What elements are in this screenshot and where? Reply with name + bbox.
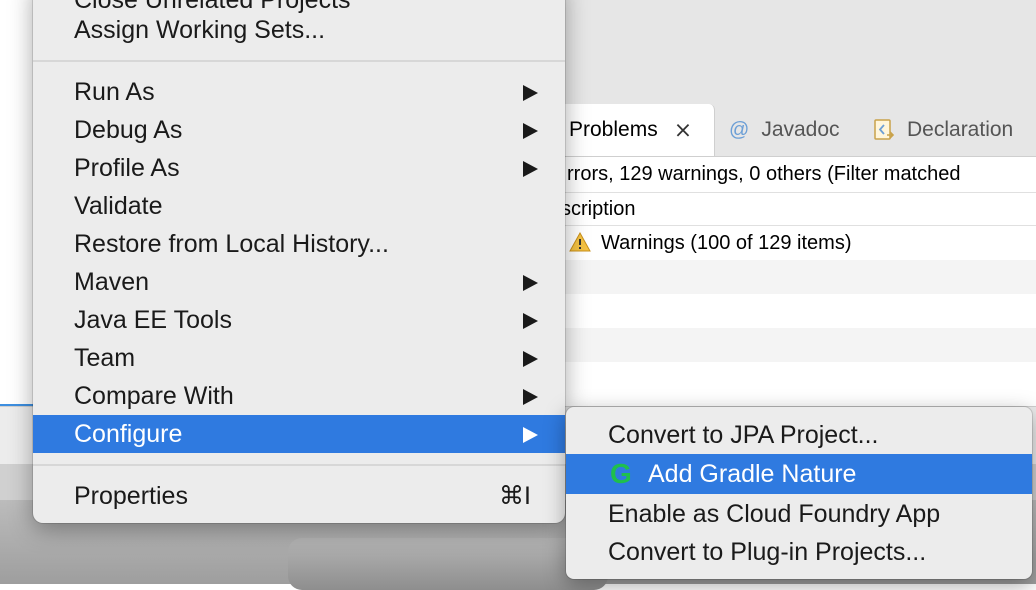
submenu-arrow-icon (523, 389, 538, 405)
menu-item-label: Properties (74, 482, 188, 510)
menu-item-label: Assign Working Sets... (74, 16, 326, 44)
menu-item-label: Run As (74, 78, 155, 106)
menu-item-team[interactable]: Team (33, 339, 565, 377)
menu-item-java-ee-tools[interactable]: Java EE Tools (33, 301, 565, 339)
tab-problems-label: Problems (569, 118, 658, 141)
menu-item-label: Validate (74, 192, 163, 220)
context-menu: Close Unrelated Projects Assign Working … (33, 0, 565, 523)
submenu-arrow-icon (523, 313, 538, 329)
submenu-arrow-icon (523, 275, 538, 291)
close-icon[interactable]: ⨯ (674, 117, 692, 143)
submenu-arrow-icon (523, 123, 538, 139)
menu-item-maven[interactable]: Maven (33, 263, 565, 301)
submenu-item-label: Enable as Cloud Foundry App (608, 500, 941, 528)
menu-item-validate[interactable]: Validate (33, 187, 565, 225)
column-header-description[interactable]: scription (561, 192, 1036, 226)
dock (288, 538, 608, 590)
submenu-arrow-icon (523, 427, 538, 443)
empty-row (561, 260, 1036, 294)
submenu-item-label: Convert to JPA Project... (608, 421, 879, 449)
submenu-arrow-icon (523, 351, 538, 367)
tab-declaration-label: Declaration (907, 118, 1014, 141)
configure-submenu: Convert to JPA Project... G Add Gradle N… (566, 407, 1032, 579)
table-row[interactable]: Warnings (100 of 129 items) (561, 226, 1036, 260)
menu-item-compare-with[interactable]: Compare With (33, 377, 565, 415)
row-text: Warnings (100 of 129 items) (601, 232, 852, 254)
menu-item-debug-as[interactable]: Debug As (33, 111, 565, 149)
declaration-icon (874, 119, 895, 140)
menu-item-label: Profile As (74, 154, 180, 182)
menu-separator (33, 464, 565, 466)
menu-separator (33, 60, 565, 62)
submenu-item-add-gradle-nature[interactable]: G Add Gradle Nature (566, 454, 1032, 494)
tab-javadoc-label: Javadoc (761, 118, 840, 141)
menu-item-label: Restore from Local History... (74, 230, 389, 258)
menu-item-assign-working-sets[interactable]: Assign Working Sets... (33, 11, 565, 49)
menu-item-properties[interactable]: Properties ⌘I (33, 477, 565, 515)
menu-item-restore-from-local-history[interactable]: Restore from Local History... (33, 225, 565, 263)
submenu-item-label: Add Gradle Nature (648, 460, 857, 488)
at-icon: @ (729, 118, 750, 141)
submenu-item-convert-to-plugin[interactable]: Convert to Plug-in Projects... (566, 532, 1032, 572)
submenu-arrow-icon (523, 85, 538, 101)
empty-row (561, 328, 1036, 362)
empty-row (561, 294, 1036, 328)
menu-item-label: Maven (74, 268, 150, 296)
submenu-arrow-icon (523, 161, 538, 177)
tab-javadoc[interactable]: @ Javadoc (729, 104, 840, 156)
problems-view: Problems ⨯ @ Javadoc Declaration rrors, … (560, 104, 1036, 406)
menu-item-profile-as[interactable]: Profile As (33, 149, 565, 187)
submenu-item-convert-to-jpa[interactable]: Convert to JPA Project... (566, 415, 1032, 455)
menu-item-label: Configure (74, 420, 183, 448)
menu-item-label: Compare With (74, 382, 234, 410)
menu-item-label: Team (74, 344, 136, 372)
tab-declaration[interactable]: Declaration (873, 104, 1013, 156)
gradle-icon: G (610, 458, 632, 489)
problems-summary: rrors, 129 warnings, 0 others (Filter ma… (567, 163, 961, 185)
submenu-item-enable-cloud-foundry[interactable]: Enable as Cloud Foundry App (566, 494, 1032, 534)
empty-row (561, 362, 1036, 396)
menu-item-label: Debug As (74, 116, 183, 144)
menu-item-run-as[interactable]: Run As (33, 73, 565, 111)
menu-item-configure[interactable]: Configure (33, 415, 565, 453)
shortcut-label: ⌘I (499, 482, 531, 510)
submenu-item-label: Convert to Plug-in Projects... (608, 538, 927, 566)
view-tabbar: Problems ⨯ @ Javadoc Declaration (561, 104, 1036, 157)
tab-problems[interactable]: Problems ⨯ (561, 104, 715, 156)
warning-icon (569, 232, 591, 252)
menu-item-label: Java EE Tools (74, 306, 232, 334)
